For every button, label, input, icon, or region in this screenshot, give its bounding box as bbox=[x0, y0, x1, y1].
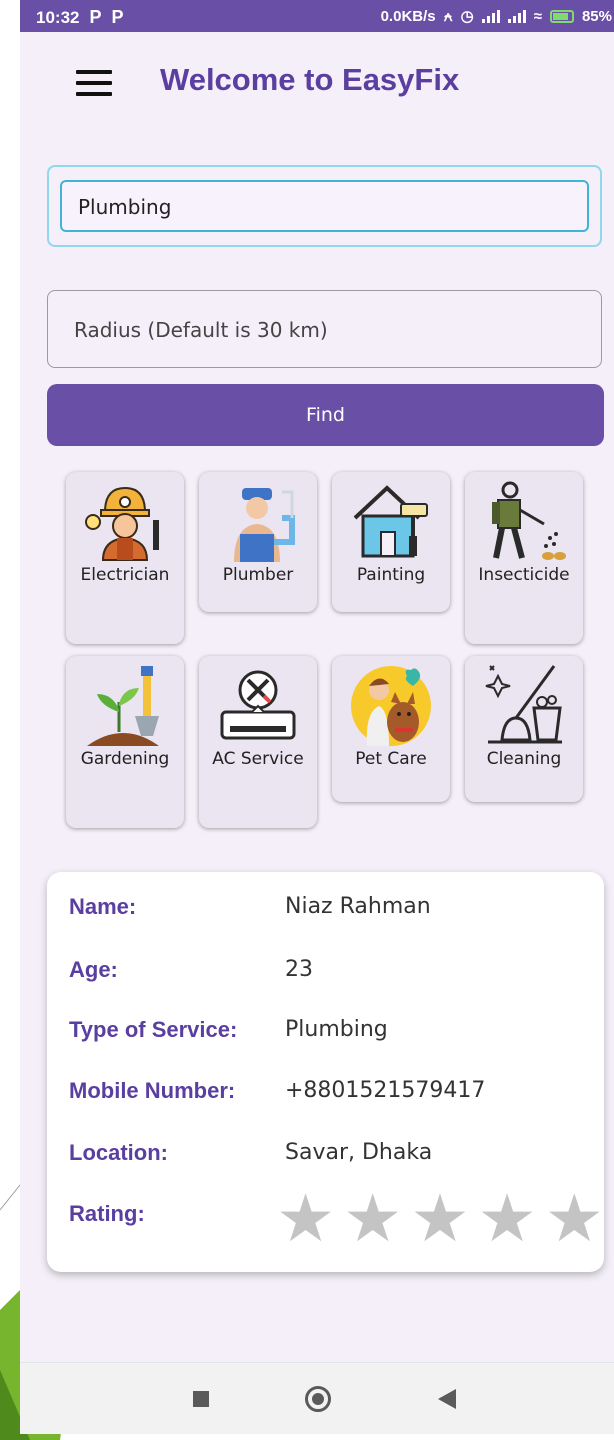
back-triangle-icon[interactable] bbox=[438, 1389, 456, 1409]
electrician-icon bbox=[85, 486, 159, 561]
provider-age-row: Age: 23 bbox=[69, 957, 604, 989]
service-search-focus-ring bbox=[60, 180, 589, 232]
pet-care-icon bbox=[351, 666, 431, 746]
service-tile-label: Cleaning bbox=[486, 749, 562, 769]
mobile-label: Mobile Number: bbox=[69, 1078, 236, 1103]
provider-service: Plumbing bbox=[285, 1017, 388, 1042]
insecticide-icon bbox=[492, 481, 566, 560]
painting-icon bbox=[353, 485, 428, 558]
rating-label: Rating: bbox=[69, 1201, 145, 1226]
service-tile-label: Electrician bbox=[80, 565, 170, 585]
hamburger-menu-icon[interactable] bbox=[76, 70, 112, 96]
service-tile-insecticide[interactable]: Insecticide bbox=[465, 472, 583, 644]
home-circle-icon[interactable] bbox=[305, 1386, 331, 1412]
alarm-icon: ◷ bbox=[460, 8, 474, 25]
service-tile-label: AC Service bbox=[212, 749, 304, 769]
app-header: Welcome to EasyFix bbox=[20, 40, 614, 126]
ac-service-icon bbox=[220, 670, 296, 740]
service-tile-label: Gardening bbox=[80, 749, 170, 769]
provider-name: Niaz Rahman bbox=[285, 894, 431, 919]
service-tile-electrician[interactable]: Electrician bbox=[66, 472, 184, 644]
page-title: Welcome to EasyFix bbox=[160, 62, 460, 97]
notification-p-icon: P bbox=[111, 7, 124, 27]
provider-age: 23 bbox=[285, 957, 313, 982]
system-nav-bar bbox=[20, 1362, 614, 1434]
service-tile-label: Insecticide bbox=[478, 565, 570, 585]
battery-percent: 85% bbox=[581, 7, 612, 25]
service-tile-cleaning[interactable]: Cleaning bbox=[465, 656, 583, 802]
notification-p-icon: P bbox=[89, 7, 102, 27]
star-icon[interactable]: ★ bbox=[545, 1186, 604, 1252]
status-bar: 10:32 P P 0.0KB/s ⍲ ◷ ≈ 85% bbox=[20, 0, 614, 32]
star-icon[interactable]: ★ bbox=[410, 1186, 469, 1252]
service-tile-ac-service[interactable]: AC Service bbox=[199, 656, 317, 828]
service-type-label: Type of Service: bbox=[69, 1017, 238, 1042]
service-tile-pet-care[interactable]: Pet Care bbox=[332, 656, 450, 802]
battery-icon bbox=[549, 9, 574, 23]
star-icon[interactable]: ★ bbox=[343, 1186, 402, 1252]
service-tile-label: Pet Care bbox=[355, 749, 427, 769]
wifi-icon: ≈ bbox=[533, 7, 542, 25]
alarm-off-icon: ⍲ bbox=[443, 7, 453, 25]
service-tile-painting[interactable]: Painting bbox=[332, 472, 450, 612]
radius-field bbox=[47, 290, 602, 369]
signal-icon bbox=[507, 9, 526, 23]
provider-mobile[interactable]: +8801521579417 bbox=[285, 1078, 485, 1103]
provider-location: Savar, Dhaka bbox=[285, 1140, 433, 1165]
star-icon[interactable]: ★ bbox=[276, 1186, 335, 1252]
phone-screen: 10:32 P P 0.0KB/s ⍲ ◷ ≈ 85% Welcome to E… bbox=[20, 0, 614, 1434]
service-tile-label: Plumber bbox=[222, 565, 294, 585]
network-speed: 0.0KB/s bbox=[380, 7, 436, 25]
name-label: Name: bbox=[69, 894, 137, 919]
star-icon[interactable]: ★ bbox=[478, 1186, 537, 1252]
gardening-icon bbox=[87, 666, 159, 746]
location-label: Location: bbox=[69, 1140, 168, 1165]
provider-name-row: Name: Niaz Rahman bbox=[69, 894, 604, 926]
status-time: 10:32 bbox=[36, 7, 80, 27]
age-label: Age: bbox=[69, 957, 118, 982]
service-tile-plumber[interactable]: Plumber bbox=[199, 472, 317, 612]
plumber-icon bbox=[234, 488, 295, 562]
service-search-field bbox=[47, 165, 602, 247]
radius-input[interactable] bbox=[72, 291, 574, 369]
find-button[interactable]: Find bbox=[47, 384, 604, 446]
provider-service-row: Type of Service: Plumbing bbox=[69, 1017, 604, 1049]
rating-stars[interactable]: ★ ★ ★ ★ ★ bbox=[276, 1186, 604, 1252]
recents-square-icon[interactable] bbox=[193, 1391, 209, 1407]
service-tile-gardening[interactable]: Gardening bbox=[66, 656, 184, 828]
provider-location-row: Location: Savar, Dhaka bbox=[69, 1140, 604, 1172]
signal-icon bbox=[481, 9, 500, 23]
provider-mobile-row: Mobile Number: +8801521579417 bbox=[69, 1078, 604, 1110]
cleaning-icon bbox=[485, 665, 562, 744]
service-search-input[interactable] bbox=[76, 182, 553, 232]
service-tile-label: Painting bbox=[356, 565, 426, 585]
